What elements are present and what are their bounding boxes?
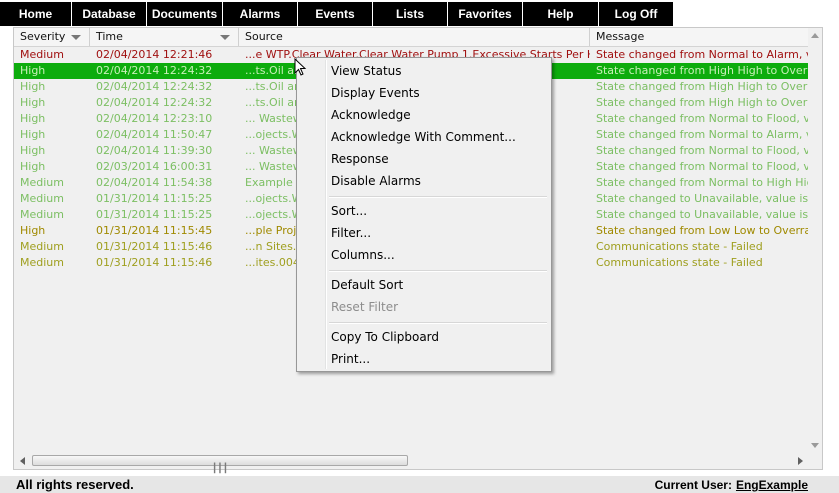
menu-item-default-sort[interactable]: Default Sort xyxy=(331,275,403,295)
cell-message: State changed from Normal to Alarm, va xyxy=(596,128,808,141)
cell-time: 02/04/2014 11:39:30 xyxy=(96,144,213,157)
cell-message: Communications state - Failed xyxy=(596,240,763,253)
cell-severity: High xyxy=(20,96,46,109)
cell-severity: Medium xyxy=(20,176,64,189)
cell-time: 01/31/2014 11:15:46 xyxy=(96,240,213,253)
cell-message: State changed from High High to Overra xyxy=(596,80,808,93)
sort-arrow-icon xyxy=(71,35,81,40)
column-label-message: Message xyxy=(596,30,645,43)
cell-time: 02/04/2014 12:24:32 xyxy=(96,96,213,109)
cell-severity: Medium xyxy=(20,48,64,61)
current-user-info: Current User: EngExample xyxy=(655,478,808,492)
cell-severity: High xyxy=(20,160,46,173)
copyright-text: All rights reserved. xyxy=(16,477,134,492)
horizontal-scrollbar[interactable]: ┃┃┃ xyxy=(14,453,809,474)
vertical-scrollbar[interactable] xyxy=(808,28,822,453)
cell-severity: High xyxy=(20,224,46,237)
cell-time: 02/04/2014 11:54:38 xyxy=(96,176,213,189)
cell-severity: High xyxy=(20,64,46,77)
cell-time: 02/04/2014 12:24:32 xyxy=(96,64,213,77)
cell-severity: High xyxy=(20,112,46,125)
top-navigation-bar: Home Database Documents Alarms Events Li… xyxy=(0,0,839,27)
column-header-time[interactable]: Time xyxy=(90,28,239,46)
cell-message: State changed from High High to Overra xyxy=(596,64,808,77)
current-user-label: Current User: xyxy=(654,478,732,492)
alarm-table-header: Severity Time Source Message xyxy=(14,28,809,47)
cell-severity: Medium xyxy=(20,256,64,269)
scroll-left-arrow-icon[interactable] xyxy=(20,457,25,465)
cell-message: State changed to Unavailable, value is 0 xyxy=(596,208,808,221)
cell-severity: Medium xyxy=(20,240,64,253)
cell-severity: Medium xyxy=(20,192,64,205)
cell-time: 02/04/2014 12:21:46 xyxy=(96,48,213,61)
cell-time: 02/04/2014 11:50:47 xyxy=(96,128,213,141)
status-footer: All rights reserved. Current User: EngExa… xyxy=(0,476,839,493)
menu-item-print[interactable]: Print... xyxy=(331,349,370,369)
cell-severity: High xyxy=(20,144,46,157)
cell-message: State changed from Normal to Flood, va xyxy=(596,160,808,173)
cell-time: 01/31/2014 11:15:25 xyxy=(96,208,213,221)
cell-severity: High xyxy=(20,128,46,141)
column-header-source[interactable]: Source xyxy=(239,28,590,46)
menu-item-disable-alarms[interactable]: Disable Alarms xyxy=(331,171,421,191)
cell-message: State changed from Normal to Flood, va xyxy=(596,144,808,157)
column-label-source: Source xyxy=(245,30,283,43)
scroll-down-arrow-icon[interactable] xyxy=(811,443,819,448)
menu-item-columns[interactable]: Columns... xyxy=(331,245,395,265)
cell-severity: High xyxy=(20,80,46,93)
menu-item-acknowledge[interactable]: Acknowledge xyxy=(331,105,411,125)
menu-separator xyxy=(329,322,547,324)
cell-message: Communications state - Failed xyxy=(596,256,763,269)
nav-alarms[interactable]: Alarms xyxy=(223,2,298,26)
nav-log-off[interactable]: Log Off xyxy=(599,2,674,26)
scroll-up-arrow-icon[interactable] xyxy=(811,33,819,38)
column-header-severity[interactable]: Severity xyxy=(14,28,90,46)
cell-time: 02/03/2014 16:00:31 xyxy=(96,160,213,173)
cell-time: 01/31/2014 11:15:45 xyxy=(96,224,213,237)
column-label-time: Time xyxy=(96,30,123,43)
menu-item-display-events[interactable]: Display Events xyxy=(331,83,420,103)
nav-favorites[interactable]: Favorites xyxy=(448,2,523,26)
context-menu: View Status Display Events Acknowledge A… xyxy=(296,57,552,372)
nav-events[interactable]: Events xyxy=(298,2,373,26)
menu-gutter xyxy=(325,60,327,369)
column-label-severity: Severity xyxy=(20,30,66,43)
cell-message: State changed from Normal to High Hig xyxy=(596,176,808,189)
cell-message: State changed to Unavailable, value is 0 xyxy=(596,192,808,205)
cell-message: State changed from High High to Overra xyxy=(596,96,808,109)
cell-time: 01/31/2014 11:15:25 xyxy=(96,192,213,205)
menu-item-sort[interactable]: Sort... xyxy=(331,201,367,221)
menu-separator xyxy=(329,270,547,272)
cell-message: State changed from Low Low to Overran xyxy=(596,224,808,237)
mouse-pointer-icon xyxy=(294,58,307,76)
menu-item-reset-filter: Reset Filter xyxy=(331,300,399,314)
current-user-link[interactable]: EngExample xyxy=(736,478,808,492)
nav-documents[interactable]: Documents xyxy=(147,2,223,26)
cell-message: State changed from Normal to Flood, va xyxy=(596,112,808,125)
sort-arrow-icon xyxy=(220,35,230,40)
cell-time: 02/04/2014 12:23:10 xyxy=(96,112,213,125)
cell-severity: Medium xyxy=(20,208,64,221)
nav-lists[interactable]: Lists xyxy=(373,2,448,26)
scroll-right-arrow-icon[interactable] xyxy=(798,457,803,465)
nav-help[interactable]: Help xyxy=(523,2,599,26)
menu-separator xyxy=(329,196,547,198)
menu-item-copy-to-clipboard[interactable]: Copy To Clipboard xyxy=(331,327,439,347)
cell-time: 01/31/2014 11:15:46 xyxy=(96,256,213,269)
cell-time: 02/04/2014 12:24:32 xyxy=(96,80,213,93)
horizontal-scroll-thumb[interactable]: ┃┃┃ xyxy=(32,455,408,474)
main-menu: Home Database Documents Alarms Events Li… xyxy=(0,2,674,26)
nav-database[interactable]: Database xyxy=(72,2,147,26)
grip-icon: ┃┃┃ xyxy=(211,464,229,474)
nav-home[interactable]: Home xyxy=(0,2,72,26)
column-header-message[interactable]: Message xyxy=(590,28,809,46)
menu-item-filter[interactable]: Filter... xyxy=(331,223,371,243)
cell-message: State changed from Normal to Alarm, va xyxy=(596,48,808,61)
menu-item-response[interactable]: Response xyxy=(331,149,389,169)
menu-item-view-status[interactable]: View Status xyxy=(331,61,402,81)
menu-item-acknowledge-with-comment[interactable]: Acknowledge With Comment... xyxy=(331,127,516,147)
